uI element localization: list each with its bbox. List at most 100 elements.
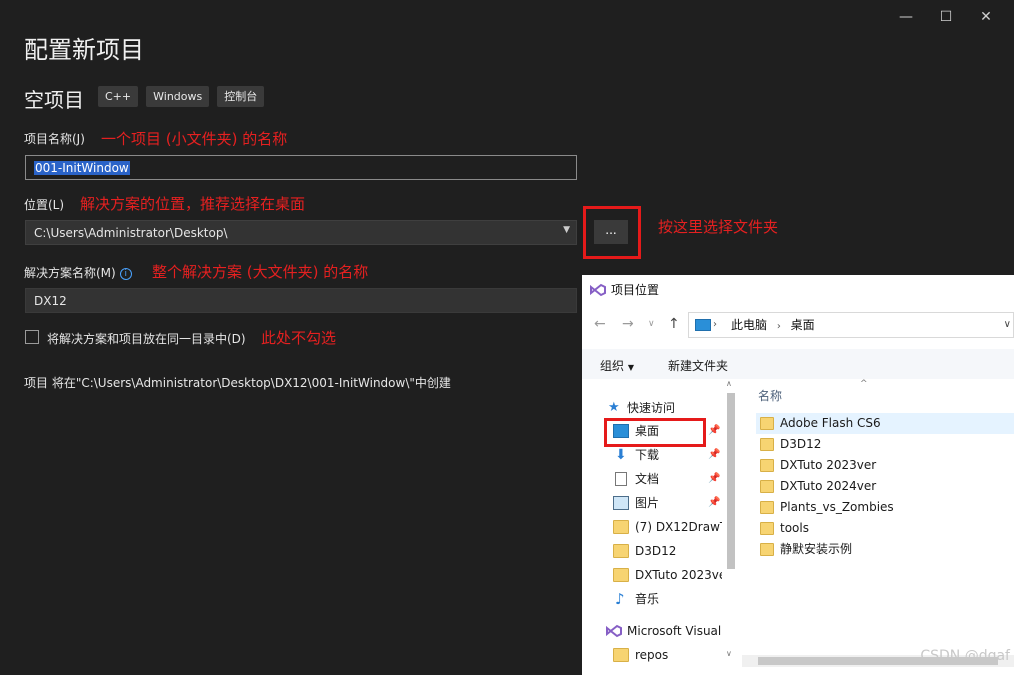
maximize-button[interactable]: ☐ [926, 6, 966, 28]
tree-item-label: 文档 [635, 472, 660, 486]
organize-button[interactable]: 组织 ▼ [600, 357, 634, 374]
folder-icon [760, 543, 774, 556]
file-row[interactable]: DXTuto 2024ver [756, 476, 1014, 497]
tag-language: C++ [98, 86, 139, 107]
up-arrow-icon[interactable]: ↑ [668, 316, 680, 332]
file-list: 名称 ^ Adobe Flash CS6 D3D12 DXTuto 2023ve… [740, 379, 1014, 675]
tree-item-folder[interactable]: repos [582, 644, 722, 666]
browse-annotation: 按这里选择文件夹 [658, 218, 779, 236]
project-name-label: 项目名称(J) [24, 132, 85, 146]
file-row[interactable]: D3D12 [756, 434, 1014, 455]
scroll-down-icon[interactable]: ∨ [726, 649, 732, 658]
pin-icon[interactable]: 📌 [708, 468, 720, 490]
minimize-button[interactable]: — [886, 6, 926, 28]
watermark: CSDN @dgaf [920, 648, 1010, 664]
file-row[interactable]: 静默安装示例 [756, 539, 1014, 560]
breadcrumb-this-pc[interactable]: 此电脑 [731, 318, 767, 332]
picture-icon [613, 496, 629, 510]
file-row[interactable]: Plants_vs_Zombies [756, 497, 1014, 518]
address-row: ← → ∨ ↑ › 此电脑 › 桌面 ∨ [582, 309, 1014, 339]
same-dir-label[interactable]: 将解决方案和项目放在同一目录中(D) [47, 330, 246, 347]
new-folder-button[interactable]: 新建文件夹 [668, 357, 728, 374]
folder-icon [613, 648, 629, 662]
chevron-down-icon[interactable]: ∨ [1004, 313, 1011, 337]
template-name: 空项目 [24, 88, 84, 112]
document-icon [615, 472, 627, 486]
tree-item-downloads[interactable]: ⬇ 下载 📌 [582, 444, 722, 466]
file-row[interactable]: DXTuto 2023ver [756, 455, 1014, 476]
breadcrumb-separator-icon: › [713, 319, 717, 330]
pin-icon[interactable]: 📌 [708, 492, 720, 514]
download-icon: ⬇ [615, 447, 627, 463]
file-name: D3D12 [780, 437, 822, 451]
folder-icon [760, 417, 774, 430]
folder-icon [613, 520, 629, 534]
page-title: 配置新项目 [24, 36, 144, 64]
solution-name-input[interactable]: DX12 [25, 288, 577, 313]
folder-picker-dialog: 项目位置 ← → ∨ ↑ › 此电脑 › 桌面 ∨ 组织 ▼ 新建文件夹 ★ 快… [582, 275, 1014, 675]
tree-item-documents[interactable]: 文档 📌 [582, 468, 722, 490]
recent-locations-chevron-icon[interactable]: ∨ [648, 319, 655, 329]
column-header-name[interactable]: 名称 [758, 387, 782, 404]
music-icon: ♪ [615, 590, 625, 608]
dropdown-triangle-icon: ▼ [627, 363, 634, 372]
file-name: Plants_vs_Zombies [780, 500, 894, 514]
template-tags: C++ Windows 控制台 [98, 86, 265, 107]
solution-name-label-row: 解决方案名称(M) i [24, 264, 132, 281]
file-name: 静默安装示例 [780, 542, 853, 556]
tree-item-visual-studio[interactable]: Microsoft Visual [582, 620, 722, 642]
file-name: Adobe Flash CS6 [780, 416, 881, 430]
project-name-input[interactable]: 001-InitWindow [25, 155, 577, 180]
pin-icon[interactable]: 📌 [708, 444, 720, 466]
solution-name-label: 解决方案名称(M) [24, 266, 116, 280]
solution-name-value: DX12 [34, 294, 67, 308]
same-dir-annotation: 此处不勾选 [261, 329, 337, 347]
tree-item-label: 下载 [635, 448, 660, 462]
back-arrow-icon[interactable]: ← [594, 316, 606, 332]
scroll-up-icon[interactable]: ∧ [726, 379, 732, 388]
location-annotation: 解决方案的位置，推荐选择在桌面 [80, 195, 306, 213]
tree-item-label: D3D12 [635, 544, 677, 558]
desktop-highlight-box [604, 418, 706, 447]
navigation-pane: ★ 快速访问 桌面 📌 ⬇ 下载 📌 文档 📌 图片 📌 (7) DX12Dra… [582, 379, 722, 675]
tree-item-folder[interactable]: (7) DX12DrawT [582, 516, 722, 538]
dialog-title: 项目位置 [611, 283, 660, 297]
visual-studio-icon [606, 624, 622, 638]
pin-icon[interactable]: 📌 [708, 420, 720, 442]
location-label: 位置(L) [24, 198, 65, 212]
info-icon[interactable]: i [119, 267, 132, 280]
sort-chevron-icon: ^ [860, 379, 868, 389]
chevron-down-icon[interactable]: ▼ [563, 225, 570, 235]
tree-item-label: 图片 [635, 496, 660, 510]
window-controls: — ☐ ✕ [886, 6, 1006, 28]
scrollbar-thumb[interactable] [727, 393, 735, 569]
same-dir-checkbox[interactable] [25, 330, 39, 344]
tree-item-label: Microsoft Visual [627, 624, 722, 638]
folder-icon [613, 544, 629, 558]
address-bar[interactable]: › 此电脑 › 桌面 ∨ [688, 312, 1014, 338]
forward-arrow-icon[interactable]: → [622, 316, 634, 332]
tree-item-music[interactable]: ♪ 音乐 [582, 588, 722, 610]
location-combobox[interactable]: C:\Users\Administrator\Desktop\ ▼ [25, 220, 577, 245]
breadcrumb-separator-icon: › [776, 321, 781, 332]
tree-item-label: repos [635, 648, 669, 662]
folder-icon [760, 480, 774, 493]
file-row[interactable]: tools [756, 518, 1014, 539]
project-name-annotation: 一个项目 (小文件夹) 的名称 [101, 130, 288, 148]
file-name: DXTuto 2023ver [780, 458, 877, 472]
tree-item-folder[interactable]: DXTuto 2023ve [582, 564, 722, 586]
navigation-scrollbar[interactable]: ∧ ∨ [724, 379, 736, 663]
dialog-toolbar: 组织 ▼ 新建文件夹 [582, 349, 1014, 379]
creation-summary: 项目 将在"C:\Users\Administrator\Desktop\DX1… [24, 376, 451, 390]
close-button[interactable]: ✕ [966, 6, 1006, 28]
tag-type: 控制台 [217, 86, 265, 107]
tree-item-pictures[interactable]: 图片 📌 [582, 492, 722, 514]
browse-button[interactable]: ... [594, 220, 628, 244]
breadcrumb-desktop[interactable]: 桌面 [791, 318, 815, 332]
solution-name-annotation: 整个解决方案 (大文件夹) 的名称 [152, 263, 369, 281]
file-row[interactable]: Adobe Flash CS6 [756, 413, 1014, 434]
file-name: DXTuto 2024ver [780, 479, 877, 493]
tree-item-quick-access[interactable]: ★ 快速访问 [582, 397, 722, 419]
tree-item-folder[interactable]: D3D12 [582, 540, 722, 562]
folder-icon [760, 501, 774, 514]
